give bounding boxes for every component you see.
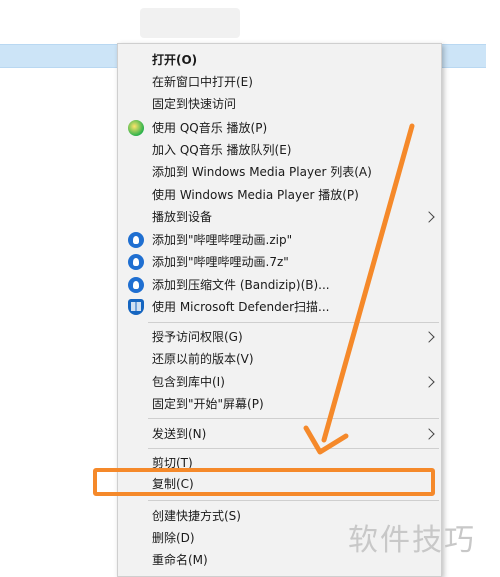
arrow-shaft [321,123,415,443]
watermark-text: 软件技巧 [348,523,476,558]
annotation-arrow [303,123,415,455]
